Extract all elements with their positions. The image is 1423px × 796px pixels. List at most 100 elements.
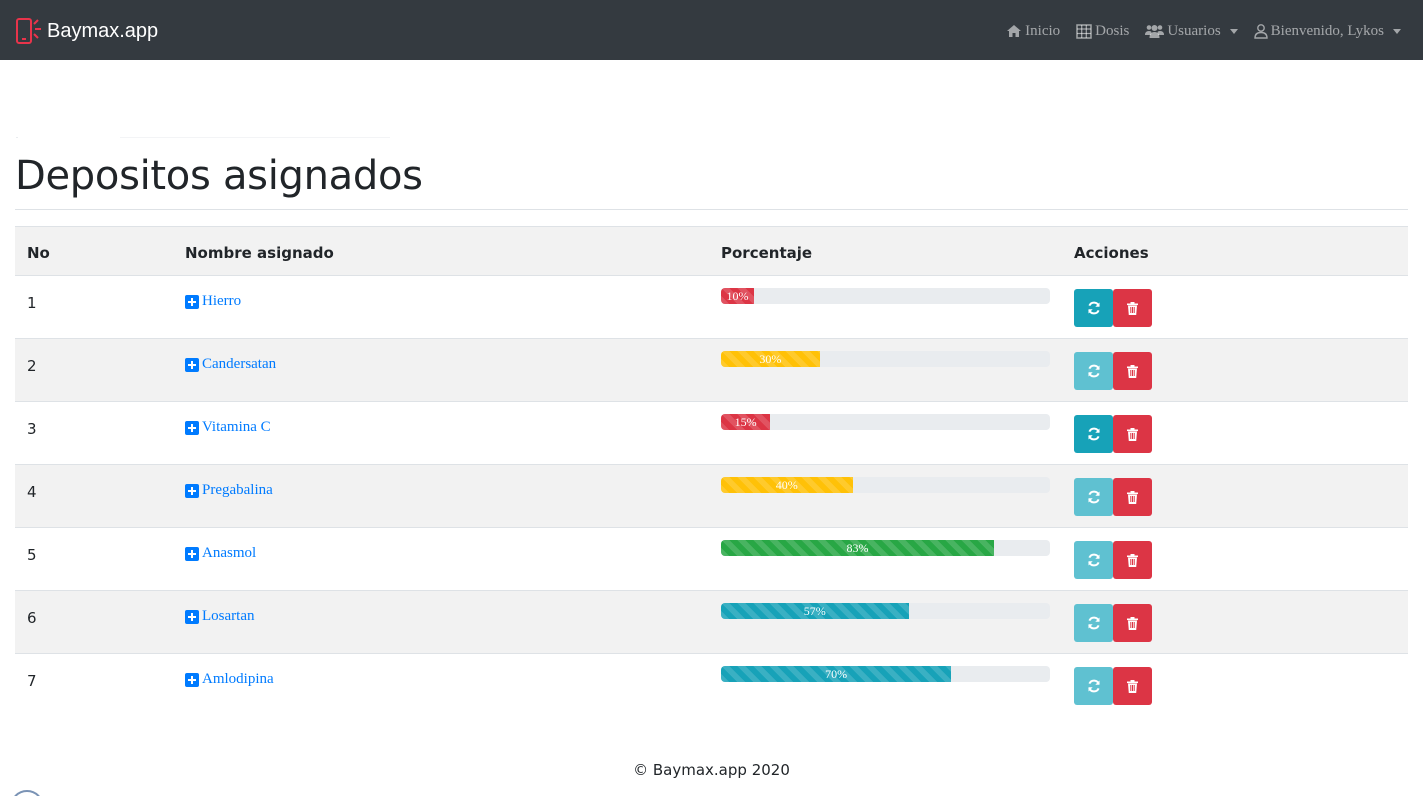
table-row: 5 Anasmol 83% (15, 528, 1408, 591)
deposit-name-link[interactable]: Amlodipina (185, 671, 274, 688)
column-header-percent: Porcentaje (721, 244, 813, 262)
floating-widget[interactable] (10, 790, 44, 796)
delete-button[interactable] (1113, 541, 1152, 579)
progress-track: 40% (721, 477, 1050, 493)
progress-track: 15% (721, 414, 1050, 430)
column-header-name: Nombre asignado (185, 244, 334, 262)
refresh-button[interactable] (1074, 541, 1113, 579)
trash-icon (1127, 427, 1138, 441)
refresh-button[interactable] (1074, 478, 1113, 516)
progress-bar: 70% (721, 666, 952, 682)
phone-vibrate-icon (16, 18, 41, 44)
plus-square-icon[interactable] (185, 672, 199, 687)
delete-button[interactable] (1113, 415, 1152, 453)
divider (120, 137, 390, 138)
row-number: 7 (27, 672, 37, 690)
refresh-button[interactable] (1074, 289, 1113, 327)
column-header-actions: Acciones (1074, 244, 1149, 262)
deposit-name-link[interactable]: Candersatan (185, 356, 276, 373)
deposit-name-link[interactable]: Losartan (185, 608, 254, 625)
trash-icon (1127, 490, 1138, 504)
brand-link[interactable]: Baymax.app (15, 15, 158, 47)
calendar-grid-icon (1076, 23, 1092, 39)
plus-square-icon[interactable] (185, 357, 199, 372)
refresh-icon (1087, 490, 1100, 504)
row-number: 6 (27, 609, 37, 627)
delete-button[interactable] (1113, 289, 1152, 327)
progress-track: 30% (721, 351, 1050, 367)
progress-track: 57% (721, 603, 1050, 619)
nav-item-user-menu[interactable]: Bienvenido, Lykos (1253, 23, 1401, 40)
refresh-icon (1087, 427, 1100, 441)
table-row: 3 Vitamina C 15% (15, 402, 1408, 465)
progress-bar: 15% (721, 414, 771, 430)
table-row: 4 Pregabalina 40% (15, 465, 1408, 528)
deposit-name[interactable]: Hierro (202, 293, 241, 310)
progress-track: 10% (721, 288, 1050, 304)
progress-bar: 30% (721, 351, 820, 367)
deposit-name-link[interactable]: Pregabalina (185, 482, 273, 499)
plus-square-icon[interactable] (185, 420, 199, 435)
home-icon (1007, 25, 1022, 37)
delete-button[interactable] (1113, 604, 1152, 642)
deposit-name[interactable]: Candersatan (202, 356, 276, 373)
deposit-name[interactable]: Losartan (202, 608, 254, 625)
plus-square-icon[interactable] (185, 609, 199, 624)
user-icon (1253, 23, 1268, 39)
refresh-icon (1087, 364, 1100, 378)
trash-icon (1127, 301, 1138, 315)
table-row: 7 Amlodipina 70% (15, 654, 1408, 717)
table-header: No Nombre asignado Porcentaje Acciones (15, 226, 1408, 276)
row-number: 3 (27, 420, 37, 438)
trash-icon (1127, 679, 1138, 693)
plus-square-icon[interactable] (185, 294, 199, 309)
deposit-name-link[interactable]: Hierro (185, 293, 241, 310)
refresh-button[interactable] (1074, 667, 1113, 705)
refresh-icon (1087, 616, 1100, 630)
footer-copyright: © Baymax.app 2020 (633, 761, 790, 779)
title-divider (15, 209, 1408, 210)
plus-square-icon[interactable] (185, 483, 199, 498)
nav-item-usuarios[interactable]: Usuarios (1145, 22, 1238, 40)
row-number: 5 (27, 546, 37, 564)
table-row: 1 Hierro 10% (15, 276, 1408, 339)
refresh-button[interactable] (1074, 415, 1113, 453)
trash-icon (1127, 553, 1138, 567)
page-title: Depositos asignados (15, 153, 423, 199)
row-number: 2 (27, 357, 37, 375)
deposit-name[interactable]: Amlodipina (202, 671, 274, 688)
deposit-name[interactable]: Anasmol (202, 545, 256, 562)
delete-button[interactable] (1113, 478, 1152, 516)
divider (16, 137, 18, 138)
deposit-name-link[interactable]: Anasmol (185, 545, 256, 562)
trash-icon (1127, 616, 1138, 630)
progress-track: 70% (721, 666, 1050, 682)
delete-button[interactable] (1113, 667, 1152, 705)
progress-bar: 83% (721, 540, 995, 556)
refresh-icon (1087, 679, 1100, 693)
users-icon (1145, 25, 1165, 38)
trash-icon (1127, 364, 1138, 378)
deposit-name[interactable]: Vitamina C (202, 419, 271, 436)
row-number: 1 (27, 294, 37, 312)
nav-item-dosis[interactable]: Dosis (1076, 23, 1129, 40)
table-row: 2 Candersatan 30% (15, 339, 1408, 402)
table-row: 6 Losartan 57% (15, 591, 1408, 654)
row-number: 4 (27, 483, 37, 501)
chevron-down-icon (1229, 29, 1238, 34)
plus-square-icon[interactable] (185, 546, 199, 561)
top-navbar: Baymax.app Inicio Dosis Usuarios Bienven… (0, 0, 1423, 60)
deposit-name-link[interactable]: Vitamina C (185, 419, 271, 436)
refresh-icon (1087, 301, 1100, 315)
nav-menu: Inicio Dosis Usuarios Bienvenido, Lykos (990, 19, 1401, 43)
delete-button[interactable] (1113, 352, 1152, 390)
nav-item-label: Usuarios (1167, 22, 1221, 39)
refresh-button[interactable] (1074, 604, 1113, 642)
progress-bar: 10% (721, 288, 754, 304)
brand-name: Baymax.app (47, 19, 159, 42)
deposit-name[interactable]: Pregabalina (202, 482, 273, 499)
nav-item-inicio[interactable]: Inicio (1006, 23, 1060, 40)
refresh-icon (1087, 553, 1100, 567)
refresh-button[interactable] (1074, 352, 1113, 390)
progress-bar: 57% (721, 603, 909, 619)
